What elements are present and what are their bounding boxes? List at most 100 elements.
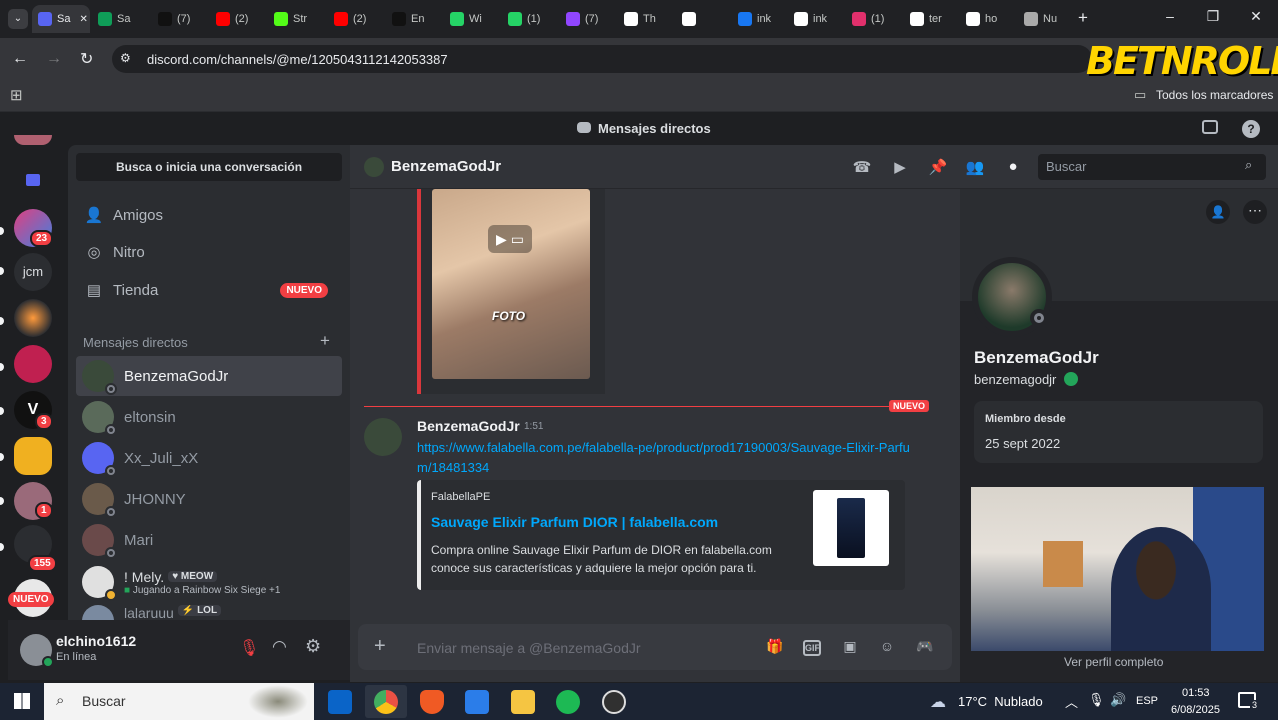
tray-chevron-icon[interactable]: ︿ [1065, 692, 1078, 711]
dm-item[interactable]: eltonsin [76, 397, 342, 437]
dm-item[interactable]: lalaruuu ⚡ LOL [82, 605, 342, 620]
close-window-button[interactable]: ✕ [1244, 8, 1268, 25]
clock-date[interactable]: 6/08/2025 [1171, 704, 1220, 716]
dm-item[interactable]: ! Mely. ♥ MEOW ■ Jugando a Rainbow Six S… [76, 563, 342, 601]
browser-tab[interactable]: Sa ✕ [32, 5, 90, 33]
webcam-boxes-image [1043, 541, 1083, 587]
clock-time[interactable]: 01:53 [1182, 687, 1210, 699]
video-thumbnail[interactable]: ▶ ▭ FOTO [432, 189, 590, 379]
nav-shop[interactable]: ▤ Tienda NUEVO [76, 272, 342, 308]
help-icon[interactable]: ? [1242, 120, 1260, 138]
inbox-icon[interactable] [1202, 120, 1218, 134]
browser-tab[interactable]: (1) [502, 5, 554, 33]
minimize-button[interactable]: – [1158, 8, 1182, 24]
tab-favicon-icon [450, 12, 464, 26]
dm-item[interactable]: Xx_Juli_xX [76, 438, 342, 478]
composer-input[interactable]: Enviar mensaje a @BenzemaGodJr [417, 640, 641, 656]
browser-tab[interactable]: (7) [152, 5, 204, 33]
volume-icon[interactable]: 🔊 [1110, 692, 1126, 708]
close-tab-icon[interactable]: ✕ [79, 14, 87, 25]
forward-icon[interactable]: → [46, 50, 62, 68]
file-explorer-icon[interactable] [511, 690, 535, 714]
browser-tab[interactable]: ho [960, 5, 1012, 33]
dm-item[interactable]: JHONNY [76, 479, 342, 519]
message-link[interactable]: https://www.falabella.com.pe/falabella-p… [417, 438, 917, 478]
chat-search-input[interactable]: Buscar [1038, 154, 1266, 180]
add-friends-to-dm-icon[interactable]: 👥 [965, 158, 985, 176]
browser-tab[interactable]: Str [268, 5, 320, 33]
profile-avatar[interactable] [972, 257, 1052, 337]
settings-gear-icon[interactable]: ⚙ [305, 636, 321, 657]
new-tab-icon[interactable]: + [1078, 8, 1088, 28]
server-clapper-icon[interactable] [14, 437, 52, 475]
message-author[interactable]: BenzemaGodJr [417, 418, 520, 434]
server-cube-icon[interactable] [14, 345, 52, 383]
add-friend-icon[interactable]: 👤 [1206, 200, 1230, 224]
video-call-icon[interactable]: ▶ [890, 158, 910, 176]
folder-icon[interactable] [26, 174, 40, 186]
browser-tab[interactable]: Nu [1018, 5, 1070, 33]
dm-item[interactable]: BenzemaGodJr [76, 356, 342, 396]
user-profile-icon[interactable]: ● [1003, 158, 1023, 175]
nav-friends[interactable]: 👤 Amigos [76, 197, 342, 233]
attach-plus-icon[interactable]: + [374, 635, 386, 658]
mute-mic-icon[interactable]: 🎙 [239, 638, 259, 658]
nav-nitro[interactable]: ◎ Nitro [76, 234, 342, 270]
sticker-icon[interactable]: ▣ [840, 638, 860, 655]
site-info-icon[interactable]: ⚙ [120, 51, 131, 65]
server-fox-icon[interactable] [14, 299, 52, 337]
find-conversation-button[interactable]: Busca o inicia una conversación [76, 153, 342, 181]
username[interactable]: elchino1612 [56, 633, 136, 649]
dm-name: ! Mely. [124, 568, 165, 585]
browser-tab[interactable]: (2) [210, 5, 262, 33]
windows-start-icon[interactable] [14, 693, 30, 709]
restore-button[interactable]: ❐ [1201, 8, 1225, 25]
apps-grid-icon[interactable]: ⊞ [10, 86, 23, 104]
browser-tab[interactable]: (1) [846, 5, 898, 33]
browser-tab[interactable]: ink [732, 5, 784, 33]
embed-thumbnail[interactable] [813, 490, 889, 566]
weather-text[interactable]: 17°C Nublado [958, 694, 1043, 709]
browser-tab[interactable]: ink [788, 5, 840, 33]
avatar[interactable] [20, 634, 54, 668]
outlook-icon[interactable] [328, 690, 352, 714]
browser-tab[interactable]: Th [618, 5, 670, 33]
browser-tab[interactable]: En [386, 5, 438, 33]
taskbar-search-box[interactable]: ⌕ Buscar [44, 683, 314, 720]
more-options-icon[interactable]: ⋯ [1243, 200, 1267, 224]
ms-store-icon[interactable] [465, 690, 489, 714]
brave-shield-icon[interactable] [420, 690, 444, 714]
headphones-icon[interactable]: ◠ [272, 637, 287, 657]
gif-icon[interactable]: GIF [803, 640, 821, 656]
voice-call-icon[interactable]: ☎ [852, 158, 872, 176]
activities-gamepad-icon[interactable]: 🎮 [915, 638, 935, 655]
play-icon[interactable]: ▶ ▭ [488, 225, 532, 253]
server-icon[interactable] [14, 135, 52, 145]
back-icon[interactable]: ← [12, 50, 28, 68]
avatar[interactable] [364, 418, 402, 456]
spotify-icon[interactable] [556, 690, 580, 714]
url-text[interactable]: discord.com/channels/@me/120504311214205… [147, 52, 448, 67]
tab-search-button[interactable]: ⌄ [8, 9, 28, 29]
browser-tab[interactable]: (7) [560, 5, 612, 33]
browser-tab[interactable]: (2) [328, 5, 380, 33]
dm-item[interactable]: Mari [76, 520, 342, 560]
all-bookmarks-link[interactable]: Todos los marcadores [1156, 88, 1273, 102]
browser-tab[interactable] [676, 5, 728, 33]
create-dm-icon[interactable]: + [320, 331, 330, 351]
emoji-icon[interactable]: ☺ [877, 638, 897, 654]
obs-recording-icon[interactable] [602, 690, 626, 714]
input-language[interactable]: ESP [1136, 695, 1158, 707]
pinned-messages-icon[interactable]: 📌 [928, 158, 948, 176]
browser-tab[interactable]: ter [904, 5, 956, 33]
browser-tab[interactable]: Sa [92, 5, 144, 33]
tab-favicon-icon [738, 12, 752, 26]
view-full-profile-link[interactable]: Ver perfil completo [1064, 655, 1163, 669]
gift-icon[interactable]: 🎁 [765, 638, 785, 655]
browser-tab[interactable]: Wi [444, 5, 496, 33]
embed-title[interactable]: Sauvage Elixir Parfum DIOR | falabella.c… [431, 514, 718, 530]
reload-icon[interactable]: ↻ [80, 49, 93, 69]
mic-tray-icon[interactable]: 🎙 [1088, 692, 1105, 708]
lemur-illustration-image [248, 685, 308, 718]
server-jcm[interactable]: jcm [14, 253, 52, 291]
